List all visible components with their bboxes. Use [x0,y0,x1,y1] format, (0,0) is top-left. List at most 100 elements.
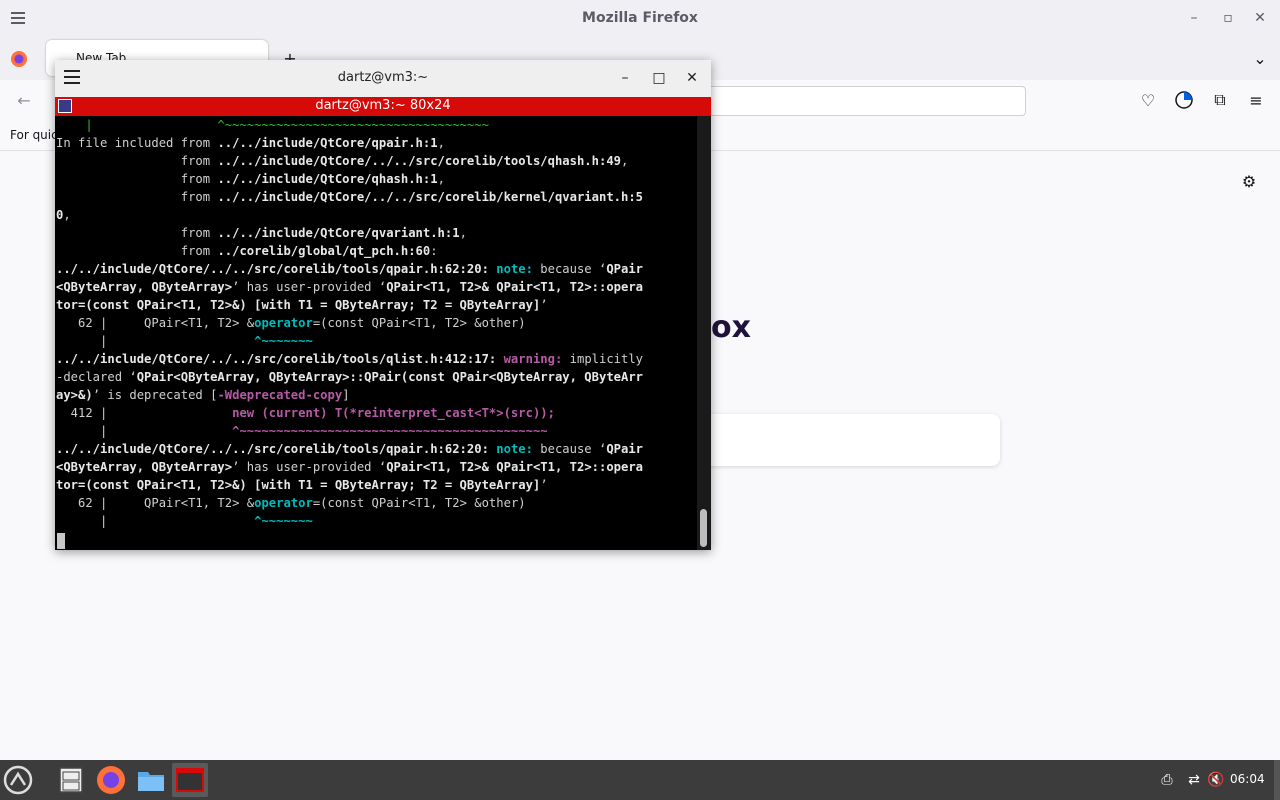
maximize-icon[interactable]: ▫ [1218,8,1238,28]
terminal-text-segment: : [430,244,438,258]
firefox-titlebar: Mozilla Firefox – ▫ ✕ [0,0,1280,36]
terminal-text-segment: from [56,190,218,204]
app-menu-icon[interactable]: ≡ [1246,90,1266,110]
chevron-down-icon[interactable]: ⌄ [1250,48,1270,68]
window-title: Mozilla Firefox [582,10,698,26]
terminal-text-segment: ^~~~~~~~ [254,514,313,528]
terminal-text-segment: ../../include/QtCore/qhash.h:1 [217,172,438,186]
terminal-text-segment: ../../include/QtCore/qpair.h:1 [217,136,438,150]
terminal-text-segment: 62 | QPair<T1, T2> & [56,316,255,330]
close-icon[interactable]: ✕ [1250,8,1270,28]
terminal-text-segment: , [621,154,629,168]
show-desktop-button[interactable] [1274,760,1280,800]
scrollbar-thumb[interactable] [700,509,707,547]
gear-icon[interactable]: ⚙ [1239,171,1259,191]
terminal-line: <QByteArray, QByteArray>’ has user-provi… [56,278,698,296]
bookmarks-hint: For quic [10,128,58,142]
terminal-taskbar-button[interactable] [172,763,208,797]
terminal-text-segment: ’ is deprecated [ [92,388,218,402]
terminal-line: tor=(const QPair<T1, T2>&) [with T1 = QB… [56,476,698,494]
terminal-line: 62 | QPair<T1, T2> &operator=(const QPai… [56,494,698,512]
terminal-text-segment: from [56,244,218,258]
terminal-text-segment: QPair [606,262,644,276]
terminal-text-segment: ] [342,388,350,402]
newtab-search-box[interactable] [700,414,1000,466]
terminal-text-segment: operator [254,496,313,510]
terminal-text-segment: =(const QPair<T1, T2> &other) [312,316,526,330]
terminal-titlebar[interactable]: dartz@vm3:~ – □ ✕ [55,60,711,98]
terminal-text-segment: from [56,226,218,240]
terminal-text-segment: | [56,514,255,528]
printer-icon[interactable]: ⎙ [1158,771,1176,789]
terminal-text-segment: | [56,424,233,438]
firefox-icon[interactable] [10,50,28,68]
terminal-line: ../../include/QtCore/../../src/corelib/t… [56,440,698,458]
menu-icon[interactable] [8,8,28,28]
terminal-text-segment: <QByteArray, QByteArray> [56,280,233,294]
url-bar[interactable] [700,86,1026,116]
terminal-text-segment: implicitly [569,352,644,366]
back-arrow-icon[interactable]: ← [14,90,34,110]
terminal-cursor [57,533,65,549]
terminal-text-segment: ../../include/QtCore/../../src/corelib/k… [217,190,644,204]
extensions-icon[interactable]: ⧉ [1210,90,1230,110]
terminal-icon [176,768,204,792]
terminal-line: from ../../include/QtCore/qhash.h:1, [56,170,698,188]
terminal-output[interactable]: | ^~~~~~~~~~~~~~~~~~~~~~~~~~~~~~~~~~~~~ I… [55,116,698,550]
terminal-text-segment: ../../include/QtCore/qvariant.h:1 [217,226,460,240]
terminal-text-segment: 62 | QPair<T1, T2> & [56,496,255,510]
terminal-text-segment: ../../include/QtCore/../../src/corelib/t… [56,262,497,276]
pocket-icon[interactable]: ♡ [1138,90,1158,110]
network-icon[interactable]: ⇄ [1185,771,1203,789]
terminal-text-segment: =(const QPair<T1, T2> &other) [312,496,526,510]
close-icon[interactable]: ✕ [682,68,702,88]
terminal-text-segment: ../../include/QtCore/../../src/corelib/t… [56,442,497,456]
start-menu-icon[interactable] [2,764,34,796]
terminal-text-segment: note: [496,442,541,456]
terminal-text-segment: from [56,172,218,186]
terminal-text-segment: QPair<T1, T2>& QPair<T1, T2>::opera [386,460,644,474]
folder-icon[interactable] [135,764,167,796]
terminal-text-segment: <QByteArray, QByteArray> [56,460,233,474]
terminal-text-segment: ’ has user-provided ‘ [232,460,387,474]
terminal-text-segment: because ‘ [540,442,607,456]
terminal-inner-title: dartz@vm3:~ 80x24 [315,98,451,113]
terminal-line: 0, [56,206,698,224]
taskbar: ⎙ ⇄ 🔇 06:04 [0,760,1280,800]
terminal-text-segment: QPair [606,442,644,456]
terminal-text-segment: because ‘ [540,262,607,276]
firefox-taskbar-icon[interactable] [95,764,127,796]
terminal-text-segment: ^~~~~~~~ [254,334,313,348]
terminal-text-segment: ../../include/QtCore/../../src/corelib/t… [56,352,504,366]
terminal-text-segment: tor=(const QPair<T1, T2>&) [with T1 = QB… [56,478,541,492]
volume-muted-icon[interactable]: 🔇 [1207,771,1225,789]
terminal-text-segment: ../../include/QtCore/../../src/corelib/t… [217,154,621,168]
terminal-line: ay>&)’ is deprecated [-Wdeprecated-copy] [56,386,698,404]
terminal-line: from ../../include/QtCore/../../src/core… [56,152,698,170]
terminal-scrollbar[interactable] [697,116,711,550]
terminal-text-segment: 412 | [56,406,233,420]
terminal-line: | ^~~~~~~~ [56,512,698,530]
terminal-window[interactable]: dartz@vm3:~ – □ ✕ dartz@vm3:~ 80x24 | ^~… [55,60,711,550]
file-cabinet-icon[interactable] [55,764,87,796]
minimize-icon[interactable]: – [615,68,635,88]
maximize-icon[interactable]: □ [649,68,669,88]
terminal-text-segment: -Wdeprecated-copy [217,388,343,402]
terminal-line: from ../corelib/global/qt_pch.h:60: [56,242,698,260]
terminal-text-segment: from [56,154,218,168]
terminal-text-segment: | [56,334,255,348]
terminal-line: 62 | QPair<T1, T2> &operator=(const QPai… [56,314,698,332]
terminal-text-segment: ay>&) [56,388,93,402]
terminal-text-segment: In file included from [56,136,218,150]
terminal-text-segment: new (current) T(*reinterpret_cast<T*>(sr… [232,406,555,420]
terminal-line: | ^~~~~~~~~~~~~~~~~~~~~~~~~~~~~~~~~~~~~ [56,116,698,134]
terminal-text-segment: , [437,136,445,150]
minimize-icon[interactable]: – [1184,8,1204,28]
clock: 06:04 [1230,772,1265,786]
terminal-text-segment: warning: [503,352,570,366]
terminal-line: from ../../include/QtCore/qvariant.h:1, [56,224,698,242]
terminal-text-segment: note: [496,262,541,276]
account-icon[interactable] [1174,90,1194,110]
terminal-text-segment: , [63,208,71,222]
terminal-line: In file included from ../../include/QtCo… [56,134,698,152]
